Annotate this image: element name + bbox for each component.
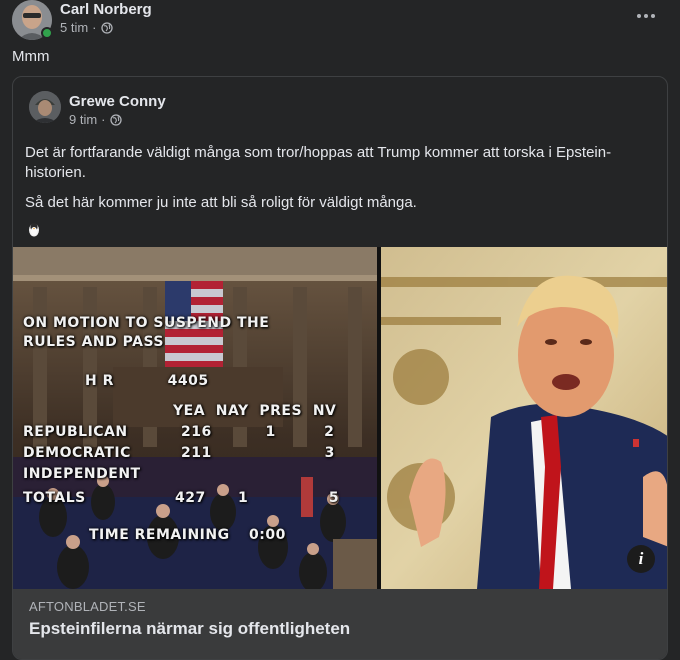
info-button[interactable]: i (627, 545, 655, 573)
vote-row-party: INDEPENDENT (23, 466, 141, 482)
link-domain: AFTONBLADET.SE (29, 599, 146, 614)
meta-separator: · (101, 112, 106, 127)
vote-board-columns: YEA NAY PRES NV (173, 403, 337, 419)
shared-post-time[interactable]: 9 tim (69, 112, 97, 127)
shared-post-author[interactable]: Grewe Conny (69, 93, 166, 110)
shared-post-paragraph: Så det här kommer ju inte att bli så rol… (25, 194, 417, 211)
vote-row-party: DEMOCRATIC (23, 445, 131, 461)
post-header: Carl Norberg 5 tim · (12, 0, 668, 40)
shared-post-card[interactable]: Grewe Conny 9 tim · Det är fortfarande v… (12, 76, 668, 660)
more-options-button[interactable] (632, 6, 660, 26)
dot-icon (644, 14, 648, 18)
vote-row-values: 211 3 (181, 445, 335, 461)
link-preview-footer[interactable]: AFTONBLADET.SE Epsteinfilerna närmar sig… (13, 589, 667, 659)
trump-photo (381, 247, 667, 589)
vote-time-value: 0:00 (249, 527, 286, 543)
penguin-icon (29, 223, 39, 237)
meta-separator: · (92, 20, 97, 35)
vote-board-title: RULES AND PASS (23, 334, 164, 350)
vote-time-label: TIME REMAINING (89, 527, 230, 543)
shared-post-meta: 9 tim · (69, 112, 122, 127)
vote-board-bill: H R 4405 (85, 373, 209, 389)
post-text: Mmm (12, 48, 50, 65)
vote-row-party: REPUBLICAN (23, 424, 128, 440)
shared-post-paragraph: Det är fortfarande väldigt många som tro… (25, 144, 612, 181)
vote-row-party: TOTALS (23, 490, 86, 506)
shared-avatar[interactable] (29, 91, 61, 123)
online-status-icon (41, 27, 53, 39)
vote-board-title: ON MOTION TO SUSPEND THE (23, 315, 270, 331)
post-meta: 5 tim · (60, 20, 113, 35)
link-preview-image[interactable]: ON MOTION TO SUSPEND THE RULES AND PASS … (13, 247, 667, 589)
post-author[interactable]: Carl Norberg (60, 1, 152, 18)
dot-icon (651, 14, 655, 18)
vote-row-values: 216 1 2 (181, 424, 335, 440)
vote-row-values: 427 1 5 (175, 490, 340, 506)
dot-icon (637, 14, 641, 18)
shared-post-body: Det är fortfarande väldigt många som tro… (25, 143, 645, 223)
post-time[interactable]: 5 tim (60, 20, 88, 35)
globe-icon[interactable] (100, 21, 113, 34)
globe-icon[interactable] (109, 113, 122, 126)
house-vote-photo: ON MOTION TO SUSPEND THE RULES AND PASS … (13, 247, 377, 589)
link-headline[interactable]: Epsteinfilerna närmar sig offentligheten (29, 619, 350, 639)
